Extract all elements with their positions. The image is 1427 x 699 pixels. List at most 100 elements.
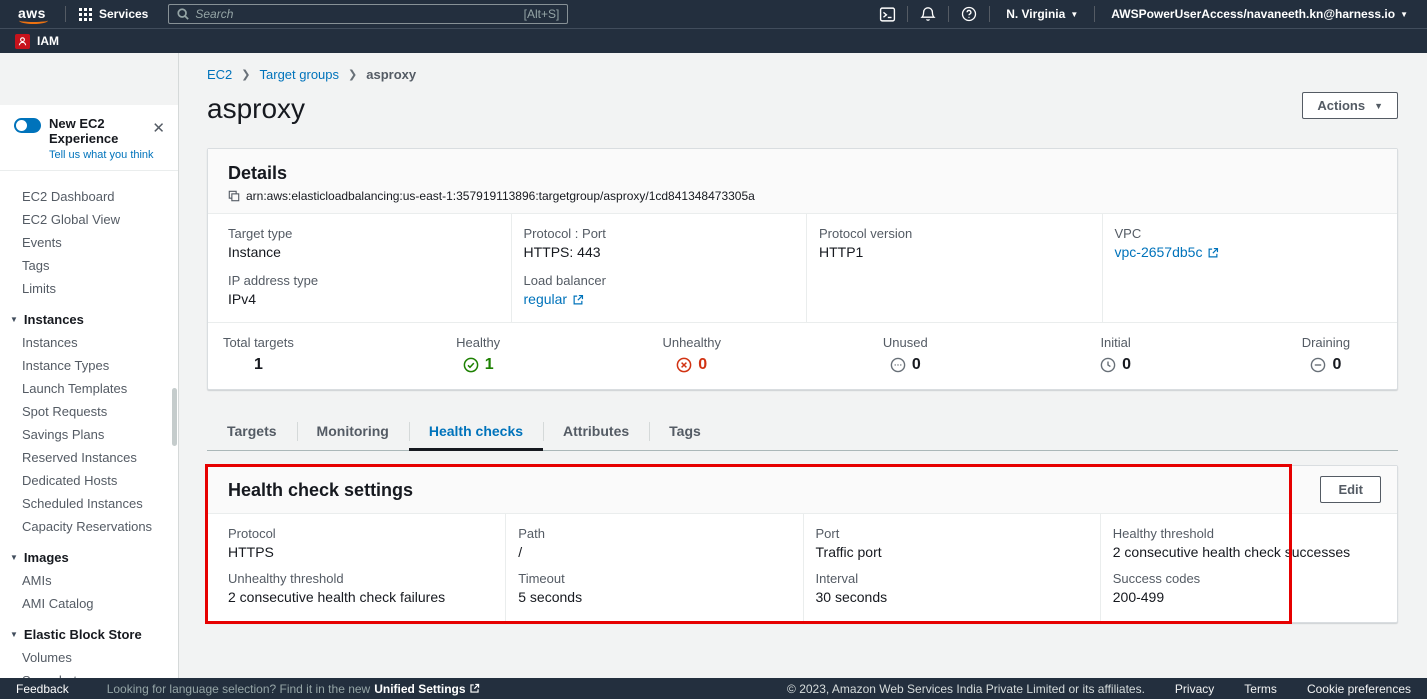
- copyright-text: © 2023, Amazon Web Services India Privat…: [787, 682, 1145, 696]
- sidebar-section-ebs[interactable]: ▼ Elastic Block Store: [0, 623, 178, 646]
- breadcrumb-ec2-link[interactable]: EC2: [207, 67, 232, 82]
- sidebar-item[interactable]: Launch Templates: [0, 377, 178, 400]
- health-check-title: Health check settings: [228, 479, 413, 501]
- terms-link[interactable]: Terms: [1244, 682, 1277, 696]
- tab-bar: Targets Monitoring Health checks Attribu…: [207, 414, 1398, 451]
- sidebar-item[interactable]: Tags: [0, 254, 178, 277]
- edit-button[interactable]: Edit: [1320, 476, 1381, 503]
- target-group-arn: arn:aws:elasticloadbalancing:us-east-1:3…: [246, 189, 755, 203]
- stat-draining: Draining 0: [1300, 335, 1352, 375]
- field-protocol-port: Protocol : Port HTTPS: 443: [524, 226, 797, 261]
- region-selector[interactable]: N. Virginia ▼: [997, 7, 1087, 21]
- tab-attributes[interactable]: Attributes: [543, 414, 649, 450]
- sidebar-item[interactable]: Capacity Reservations: [0, 515, 178, 538]
- load-balancer-link[interactable]: regular: [524, 291, 585, 308]
- field-load-balancer: Load balancer regular: [524, 273, 797, 308]
- nav-divider: [948, 6, 949, 22]
- section-label: Elastic Block Store: [24, 627, 142, 642]
- sidebar-group-images: AMIsAMI Catalog: [0, 569, 178, 615]
- external-link-icon: [469, 683, 480, 694]
- stat-unused: Unused 0: [879, 335, 931, 375]
- sidebar-group-instances: InstancesInstance TypesLaunch TemplatesS…: [0, 331, 178, 538]
- chevron-right-icon: ❯: [241, 68, 250, 81]
- field-path: Path /: [505, 514, 802, 567]
- global-search[interactable]: [Alt+S]: [168, 4, 568, 24]
- sidebar-item[interactable]: EC2 Dashboard: [0, 185, 178, 208]
- chevron-down-icon: ▼: [1400, 10, 1408, 19]
- sidebar-group-general: EC2 DashboardEC2 Global ViewEventsTagsLi…: [0, 185, 178, 300]
- vpc-link[interactable]: vpc-2657db5c: [1115, 244, 1220, 261]
- search-input[interactable]: [195, 7, 517, 21]
- health-check-card: Health check settings Edit Protocol HTTP…: [207, 465, 1398, 623]
- health-check-grid: Protocol HTTPS Path / Port Traffic port: [208, 514, 1397, 622]
- field-success-codes: Success codes 200-499: [1100, 567, 1397, 622]
- breadcrumb: EC2 ❯ Target groups ❯ asproxy: [207, 67, 1398, 82]
- sidebar-item[interactable]: Spot Requests: [0, 400, 178, 423]
- new-experience-toggle[interactable]: [14, 118, 41, 133]
- copy-icon[interactable]: [228, 190, 240, 202]
- unified-settings-link[interactable]: Unified Settings: [374, 682, 479, 696]
- aws-logo[interactable]: aws: [10, 5, 58, 24]
- tab-tags[interactable]: Tags: [649, 414, 721, 450]
- cloudshell-button[interactable]: [874, 4, 900, 25]
- sidebar-item[interactable]: Events: [0, 231, 178, 254]
- tab-targets[interactable]: Targets: [207, 414, 297, 450]
- external-link-icon: [572, 294, 584, 306]
- health-check-section: Health check settings Edit Protocol HTTP…: [207, 465, 1398, 623]
- favorites-bar: IAM: [0, 28, 1427, 53]
- tell-us-link[interactable]: Tell us what you think: [49, 149, 166, 161]
- sidebar-group-ebs: VolumesSnapshots: [0, 646, 178, 678]
- stat-total-targets: Total targets 1: [223, 335, 294, 375]
- account-menu[interactable]: AWSPowerUserAccess/navaneeth.kn@harness.…: [1102, 7, 1417, 21]
- minus-circle-icon: [1310, 357, 1326, 373]
- language-notice: Looking for language selection? Find it …: [107, 682, 480, 696]
- sidebar-item[interactable]: Instance Types: [0, 354, 178, 377]
- region-label: N. Virginia: [1006, 7, 1065, 21]
- stat-initial: Initial 0: [1090, 335, 1142, 375]
- footer-links: © 2023, Amazon Web Services India Privat…: [787, 682, 1411, 696]
- help-button[interactable]: [956, 4, 982, 24]
- sidebar-item[interactable]: Savings Plans: [0, 423, 178, 446]
- x-circle-icon: [676, 357, 692, 373]
- feedback-link[interactable]: Feedback: [16, 682, 69, 696]
- sidebar-item[interactable]: Snapshots: [0, 669, 178, 678]
- actions-button[interactable]: Actions ▼: [1302, 92, 1398, 119]
- sidebar-item[interactable]: EC2 Global View: [0, 208, 178, 231]
- sidebar-item[interactable]: Scheduled Instances: [0, 492, 178, 515]
- sidebar-item[interactable]: AMIs: [0, 569, 178, 592]
- privacy-link[interactable]: Privacy: [1175, 682, 1214, 696]
- caret-down-icon: ▼: [10, 630, 18, 639]
- check-circle-icon: [463, 357, 479, 373]
- stat-unhealthy: Unhealthy 0: [662, 335, 721, 375]
- aws-console: aws Services [Alt+S] N. Virginia ▼ AWSPo…: [0, 0, 1427, 699]
- field-protocol: Protocol HTTPS: [208, 514, 505, 567]
- sidebar-item[interactable]: AMI Catalog: [0, 592, 178, 615]
- sidebar-item[interactable]: Instances: [0, 331, 178, 354]
- sidebar-section-instances[interactable]: ▼ Instances: [0, 308, 178, 331]
- nav-divider: [65, 6, 66, 22]
- tab-monitoring[interactable]: Monitoring: [297, 414, 409, 450]
- sidebar-item[interactable]: Volumes: [0, 646, 178, 669]
- details-title: Details: [228, 163, 1377, 184]
- sidebar-scrollbar[interactable]: [172, 388, 177, 446]
- sidebar-section-images[interactable]: ▼ Images: [0, 546, 178, 569]
- sidebar-item[interactable]: Limits: [0, 277, 178, 300]
- sidebar-item[interactable]: Reserved Instances: [0, 446, 178, 469]
- app-grid-icon: [79, 8, 92, 21]
- close-icon[interactable]: ✕: [152, 121, 165, 136]
- breadcrumb-target-groups-link[interactable]: Target groups: [260, 67, 340, 82]
- details-header: Details arn:aws:elasticloadbalancing:us-…: [208, 149, 1397, 214]
- account-label: AWSPowerUserAccess/navaneeth.kn@harness.…: [1111, 7, 1395, 21]
- sidebar-item[interactable]: Dedicated Hosts: [0, 469, 178, 492]
- main-area: New EC2 Experience Tell us what you thin…: [0, 53, 1427, 678]
- actions-label: Actions: [1317, 98, 1365, 113]
- cookie-preferences-link[interactable]: Cookie preferences: [1307, 682, 1411, 696]
- tab-health-checks[interactable]: Health checks: [409, 414, 543, 450]
- services-menu-button[interactable]: Services: [73, 7, 154, 21]
- services-label: Services: [99, 7, 148, 21]
- top-nav: aws Services [Alt+S] N. Virginia ▼ AWSPo…: [0, 0, 1427, 28]
- search-icon: [177, 8, 189, 20]
- favorite-iam-link[interactable]: IAM: [37, 34, 59, 48]
- notifications-bell-button[interactable]: [915, 4, 941, 24]
- ellipsis-circle-icon: [890, 357, 906, 373]
